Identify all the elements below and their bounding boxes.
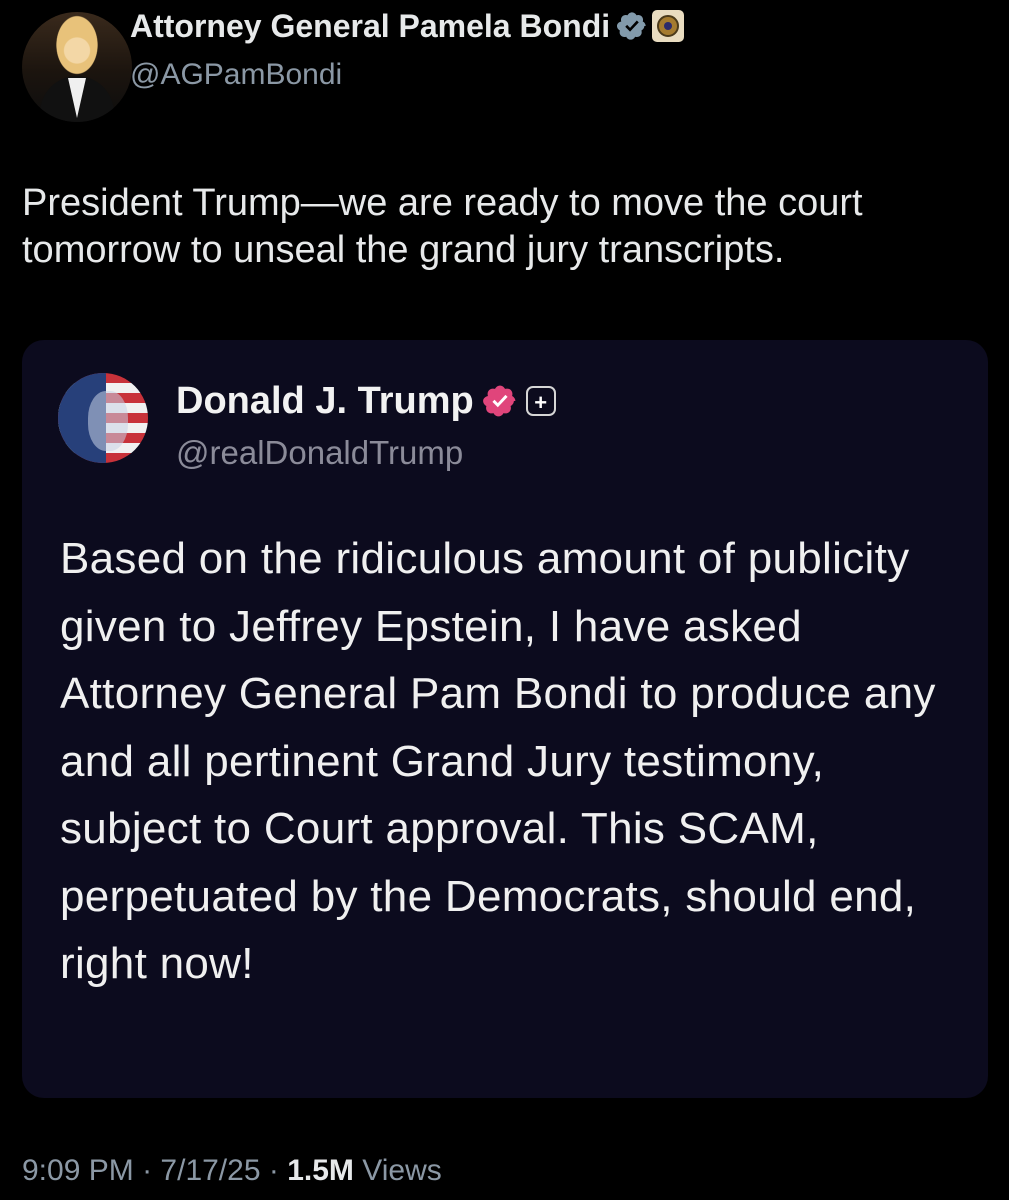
author-name-row: Attorney General Pamela Bondi bbox=[130, 4, 685, 48]
author-avatar[interactable] bbox=[22, 12, 132, 122]
tweet: Attorney General Pamela Bondi @AGPamBond… bbox=[0, 0, 1009, 1200]
quoted-author-avatar[interactable] bbox=[58, 373, 148, 463]
tweet-time[interactable]: 9:09 PM bbox=[22, 1154, 134, 1187]
verified-badge-icon bbox=[482, 385, 516, 417]
doj-seal-icon[interactable] bbox=[652, 10, 685, 42]
quoted-post[interactable]: Donald J. Trump + @realDonaldTrump Based… bbox=[22, 340, 988, 1098]
author-display-name[interactable]: Attorney General Pamela Bondi bbox=[130, 8, 610, 45]
tweet-text: President Trump—we are ready to move the… bbox=[22, 182, 863, 271]
quoted-display-name[interactable]: Donald J. Trump bbox=[176, 380, 474, 423]
tweet-date[interactable]: 7/17/25 bbox=[160, 1154, 260, 1187]
verified-badge-icon[interactable] bbox=[616, 10, 648, 42]
meta-separator: · bbox=[142, 1154, 153, 1187]
quoted-handle: @realDonaldTrump bbox=[176, 434, 464, 471]
quoted-name-row: Donald J. Trump + bbox=[176, 378, 556, 424]
views-label: Views bbox=[362, 1154, 442, 1187]
truth-social-plus-icon: + bbox=[525, 386, 556, 416]
author-handle[interactable]: @AGPamBondi bbox=[130, 58, 342, 92]
meta-separator: · bbox=[268, 1154, 279, 1187]
avatar-face bbox=[88, 391, 128, 451]
tweet-meta: 9:09 PM · 7/17/25 · 1.5M Views bbox=[22, 1154, 442, 1188]
views-count: 1.5M bbox=[287, 1154, 354, 1187]
quoted-text: Based on the ridiculous amount of public… bbox=[60, 534, 936, 988]
